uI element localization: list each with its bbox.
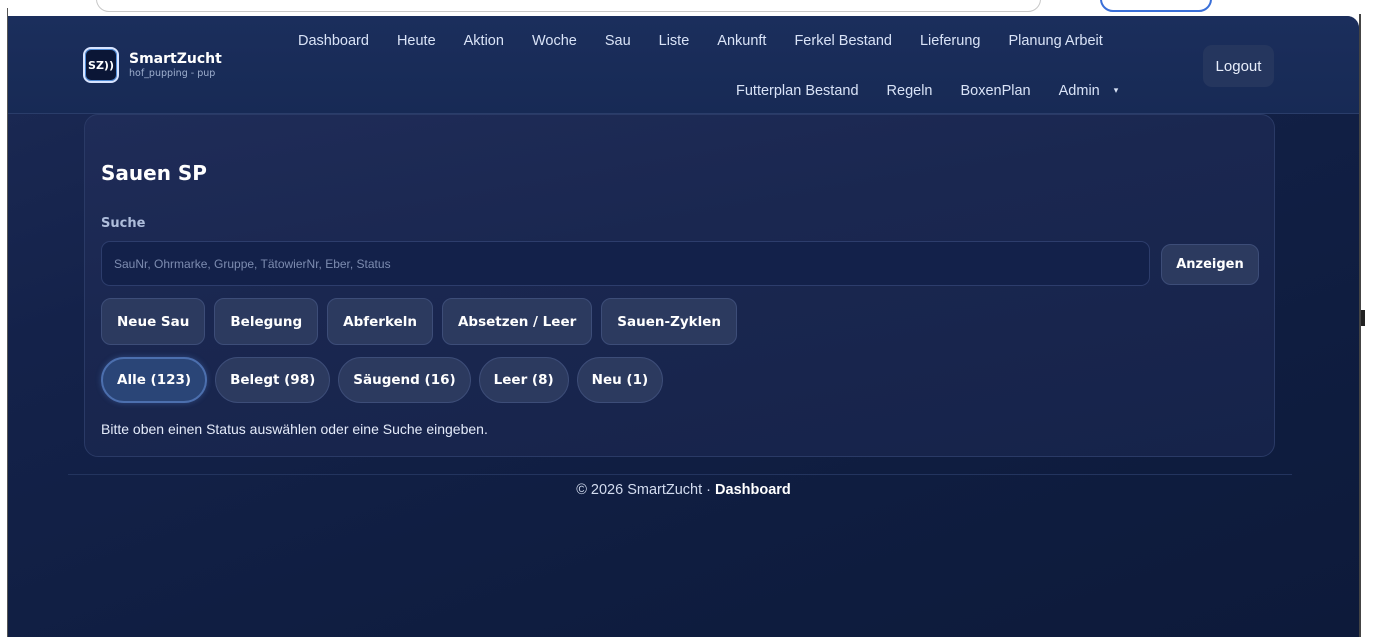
- nav-link-admin-label: Admin: [1058, 83, 1100, 99]
- nav-link-heute[interactable]: Heute: [383, 33, 450, 49]
- nav-link-ferkel-bestand[interactable]: Ferkel Bestand: [780, 33, 906, 49]
- browser-profile-pill[interactable]: [1100, 0, 1212, 12]
- filter-saeugend[interactable]: Säugend (16): [338, 357, 471, 403]
- logout-button[interactable]: Logout: [1203, 45, 1274, 87]
- abferkeln-button[interactable]: Abferkeln: [327, 298, 433, 345]
- brand-text: SmartZucht hof_pupping - pup: [129, 52, 222, 79]
- nav-link-boxenplan[interactable]: BoxenPlan: [946, 83, 1044, 99]
- nav-row-secondary: Futterplan Bestand Regeln BoxenPlan Admi…: [722, 83, 1132, 99]
- sauen-card: Sauen SP Suche Anzeigen Neue Sau Belegun…: [84, 114, 1275, 457]
- nav-link-dashboard[interactable]: Dashboard: [284, 33, 383, 49]
- absetzen-leer-button[interactable]: Absetzen / Leer: [441, 298, 593, 345]
- footer-copyright: © 2026 SmartZucht ·: [576, 482, 716, 498]
- footer-dashboard-link[interactable]: Dashboard: [715, 482, 791, 498]
- brand-name: SmartZucht: [129, 50, 222, 67]
- search-label: Suche: [101, 216, 146, 231]
- brand-subtitle: hof_pupping - pup: [129, 67, 216, 79]
- nav-dropdown-admin[interactable]: Admin ▾: [1045, 83, 1133, 99]
- nav-link-liste[interactable]: Liste: [645, 33, 704, 49]
- window-right-edge: [1359, 0, 1375, 637]
- chevron-down-icon: ▾: [1113, 85, 1119, 95]
- app-root: SZ)) SmartZucht hof_pupping - pup Dashbo…: [8, 16, 1359, 637]
- nav-row-primary: Dashboard Heute Aktion Woche Sau Liste A…: [284, 33, 1117, 49]
- search-input[interactable]: [101, 241, 1150, 286]
- action-button-row: Neue Sau Belegung Abferkeln Absetzen / L…: [101, 298, 746, 345]
- nav-link-regeln[interactable]: Regeln: [873, 83, 947, 99]
- nav-link-ankunft[interactable]: Ankunft: [703, 33, 780, 49]
- page-title: Sauen SP: [101, 161, 207, 185]
- footer: © 2026 SmartZucht · Dashboard: [8, 482, 1359, 498]
- nav-link-futterplan-bestand[interactable]: Futterplan Bestand: [722, 83, 873, 99]
- top-navbar: SZ)) SmartZucht hof_pupping - pup Dashbo…: [8, 16, 1359, 114]
- status-hint-text: Bitte oben einen Status auswählen oder e…: [101, 421, 488, 437]
- nav-link-lieferung[interactable]: Lieferung: [906, 33, 994, 49]
- footer-divider: [68, 474, 1292, 475]
- status-filter-row: Alle (123) Belegt (98) Säugend (16) Leer…: [101, 357, 671, 403]
- window-left-edge: [0, 0, 8, 637]
- smartzucht-logo-icon: SZ)): [83, 47, 119, 83]
- show-button[interactable]: Anzeigen: [1161, 244, 1259, 285]
- browser-address-bar[interactable]: [96, 0, 1041, 12]
- sauen-zyklen-button[interactable]: Sauen-Zyklen: [601, 298, 738, 345]
- window-resize-handle[interactable]: [1361, 310, 1365, 326]
- filter-alle[interactable]: Alle (123): [101, 357, 208, 403]
- nav-link-sau[interactable]: Sau: [591, 33, 645, 49]
- belegung-button[interactable]: Belegung: [214, 298, 319, 345]
- nav-link-aktion[interactable]: Aktion: [450, 33, 518, 49]
- nav-link-woche[interactable]: Woche: [518, 33, 591, 49]
- nav-link-planung-arbeit[interactable]: Planung Arbeit: [994, 33, 1116, 49]
- new-sow-button[interactable]: Neue Sau: [101, 298, 206, 345]
- filter-leer[interactable]: Leer (8): [478, 357, 569, 403]
- brand[interactable]: SZ)) SmartZucht hof_pupping - pup: [83, 47, 222, 83]
- filter-neu[interactable]: Neu (1): [576, 357, 664, 403]
- filter-belegt[interactable]: Belegt (98): [215, 357, 331, 403]
